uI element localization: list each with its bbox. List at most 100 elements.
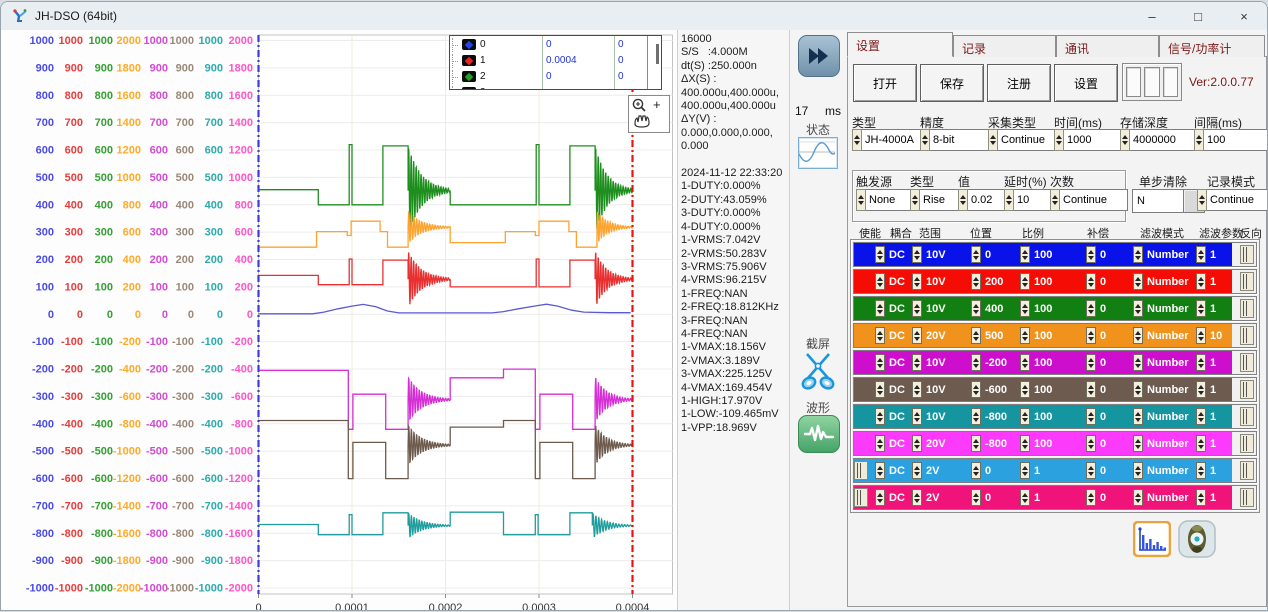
ch6-filter-param-spinner-arrows[interactable]: [1196, 381, 1206, 398]
trigger-value-spinner-arrows[interactable]: [958, 189, 968, 211]
ch10-scale-spinner-arrows[interactable]: [1020, 489, 1030, 506]
ch1-coupling-spinner[interactable]: DC: [875, 246, 911, 263]
ch5-coupling-spinner-arrows[interactable]: [875, 354, 885, 371]
ch9-comp-spinner[interactable]: 0: [1086, 462, 1126, 479]
open-button[interactable]: 打开: [853, 64, 917, 102]
ch2-coupling-spinner[interactable]: DC: [875, 273, 911, 290]
ch1-filter-param-spinner-arrows[interactable]: [1196, 246, 1206, 263]
ch2-filter-param-spinner[interactable]: 1: [1196, 273, 1232, 290]
ch3-filter-param-spinner-arrows[interactable]: [1196, 300, 1206, 317]
ch9-enable-toggle[interactable]: [854, 461, 868, 480]
ch6-invert-toggle[interactable]: [1240, 380, 1254, 399]
ch8-scale-spinner-arrows[interactable]: [1020, 435, 1030, 452]
ch5-comp-spinner-arrows[interactable]: [1086, 354, 1096, 371]
ch9-filter-mode-spinner[interactable]: Number: [1133, 462, 1195, 479]
record-mode-spinner-arrows[interactable]: [1197, 189, 1207, 211]
ch4-position-spinner[interactable]: 500: [971, 327, 1019, 344]
ch2-position-spinner[interactable]: 200: [971, 273, 1019, 290]
close-button[interactable]: ×: [1221, 2, 1267, 30]
ch9-filter-param-spinner-arrows[interactable]: [1196, 462, 1206, 479]
ch2-invert-toggle[interactable]: [1240, 272, 1254, 291]
ch4-coupling-spinner[interactable]: DC: [875, 327, 911, 344]
ch2-scale-spinner[interactable]: 100: [1020, 273, 1068, 290]
ch1-filter-param-spinner[interactable]: 1: [1196, 246, 1232, 263]
legend-scrollbar[interactable]: [656, 44, 659, 64]
channel-row-4[interactable]: DC20V5001000Number10: [853, 323, 1257, 348]
interval-ms-spinner-arrows[interactable]: [1194, 129, 1204, 151]
ch7-filter-mode-spinner-arrows[interactable]: [1133, 408, 1143, 425]
ch7-scale-spinner[interactable]: 100: [1020, 408, 1068, 425]
legend-panel[interactable]: 00010.000402003: [449, 35, 662, 90]
ch9-range-spinner-arrows[interactable]: [912, 462, 922, 479]
ch10-comp-spinner-arrows[interactable]: [1086, 489, 1096, 506]
ch6-coupling-spinner[interactable]: DC: [875, 381, 911, 398]
ch7-range-spinner-arrows[interactable]: [912, 408, 922, 425]
ch8-comp-spinner[interactable]: 0: [1086, 435, 1126, 452]
ch3-coupling-spinner[interactable]: DC: [875, 300, 911, 317]
legend-row-3[interactable]: 3: [450, 84, 661, 90]
ch5-scale-spinner-arrows[interactable]: [1020, 354, 1030, 371]
ch5-position-spinner[interactable]: -200: [971, 354, 1019, 371]
ch6-coupling-spinner-arrows[interactable]: [875, 381, 885, 398]
camera-button[interactable]: [1177, 519, 1217, 559]
time-ms-spinner[interactable]: 1000: [1054, 129, 1126, 151]
ch3-invert-toggle[interactable]: [1240, 299, 1254, 318]
ch8-scale-spinner[interactable]: 100: [1020, 435, 1068, 452]
ch10-filter-param-spinner-arrows[interactable]: [1196, 489, 1206, 506]
legend-row-1[interactable]: 10.00040: [450, 52, 661, 68]
channel-row-7[interactable]: DC10V-8001000Number1: [853, 404, 1257, 429]
ch4-coupling-spinner-arrows[interactable]: [875, 327, 885, 344]
depth-spinner[interactable]: 4000000: [1120, 129, 1200, 151]
ch8-position-spinner-arrows[interactable]: [971, 435, 981, 452]
ch9-position-spinner-arrows[interactable]: [971, 462, 981, 479]
ch10-range-spinner-arrows[interactable]: [912, 489, 922, 506]
settings-button[interactable]: 设置: [1054, 64, 1118, 102]
trigger-delay-pct-spinner[interactable]: 10: [1004, 189, 1056, 211]
channel-row-9[interactable]: DC2V010Number1: [853, 458, 1257, 483]
ch4-range-spinner[interactable]: 20V: [912, 327, 968, 344]
ch7-range-spinner[interactable]: 10V: [912, 408, 968, 425]
ch1-coupling-spinner-arrows[interactable]: [875, 246, 885, 263]
ch1-position-spinner-arrows[interactable]: [971, 246, 981, 263]
ch6-position-spinner[interactable]: -600: [971, 381, 1019, 398]
ch9-invert-toggle[interactable]: [1240, 461, 1254, 480]
ch9-filter-mode-spinner-arrows[interactable]: [1133, 462, 1143, 479]
ch6-scale-spinner[interactable]: 100: [1020, 381, 1068, 398]
ch1-enable-toggle[interactable]: [854, 243, 874, 266]
ch3-filter-mode-spinner-arrows[interactable]: [1133, 300, 1143, 317]
ch10-comp-spinner[interactable]: 0: [1086, 489, 1126, 506]
ch6-position-spinner-arrows[interactable]: [971, 381, 981, 398]
ch1-position-spinner[interactable]: 0: [971, 246, 1019, 263]
status-thumbnail[interactable]: [798, 137, 838, 169]
ch1-scale-spinner[interactable]: 100: [1020, 246, 1068, 263]
ch5-position-spinner-arrows[interactable]: [971, 354, 981, 371]
pan-tool[interactable]: [635, 116, 649, 127]
ch10-range-spinner[interactable]: 2V: [912, 489, 968, 506]
ch4-invert-toggle[interactable]: [1240, 326, 1254, 345]
ch4-filter-param-spinner[interactable]: 10: [1196, 327, 1232, 344]
ch3-scale-spinner-arrows[interactable]: [1020, 300, 1030, 317]
ch10-filter-mode-spinner-arrows[interactable]: [1133, 489, 1143, 506]
ch2-comp-spinner[interactable]: 0: [1086, 273, 1126, 290]
ch9-filter-param-spinner[interactable]: 1: [1196, 462, 1232, 479]
tree-expander[interactable]: [452, 70, 461, 84]
legend-row-0[interactable]: 000: [450, 36, 661, 52]
ch1-scale-spinner-arrows[interactable]: [1020, 246, 1030, 263]
run-button[interactable]: [798, 35, 840, 77]
capture-type-spinner[interactable]: Continue: [988, 129, 1062, 151]
ch3-range-spinner-arrows[interactable]: [912, 300, 922, 317]
ch2-filter-mode-spinner[interactable]: Number: [1133, 273, 1195, 290]
ch6-enable-toggle[interactable]: [854, 378, 874, 401]
ch4-scale-spinner[interactable]: 100: [1020, 327, 1068, 344]
ch10-filter-param-spinner[interactable]: 1: [1196, 489, 1232, 506]
ch7-enable-toggle[interactable]: [854, 405, 874, 428]
tab-settings[interactable]: 设置: [847, 32, 953, 57]
ch3-position-spinner[interactable]: 400: [971, 300, 1019, 317]
legend-row-2[interactable]: 200: [450, 68, 661, 84]
channel-row-6[interactable]: DC10V-6001000Number1: [853, 377, 1257, 402]
ch5-scale-spinner[interactable]: 100: [1020, 354, 1068, 371]
ch7-scale-spinner-arrows[interactable]: [1020, 408, 1030, 425]
ch3-coupling-spinner-arrows[interactable]: [875, 300, 885, 317]
ch6-scale-spinner-arrows[interactable]: [1020, 381, 1030, 398]
ch10-enable-toggle[interactable]: [854, 488, 868, 507]
